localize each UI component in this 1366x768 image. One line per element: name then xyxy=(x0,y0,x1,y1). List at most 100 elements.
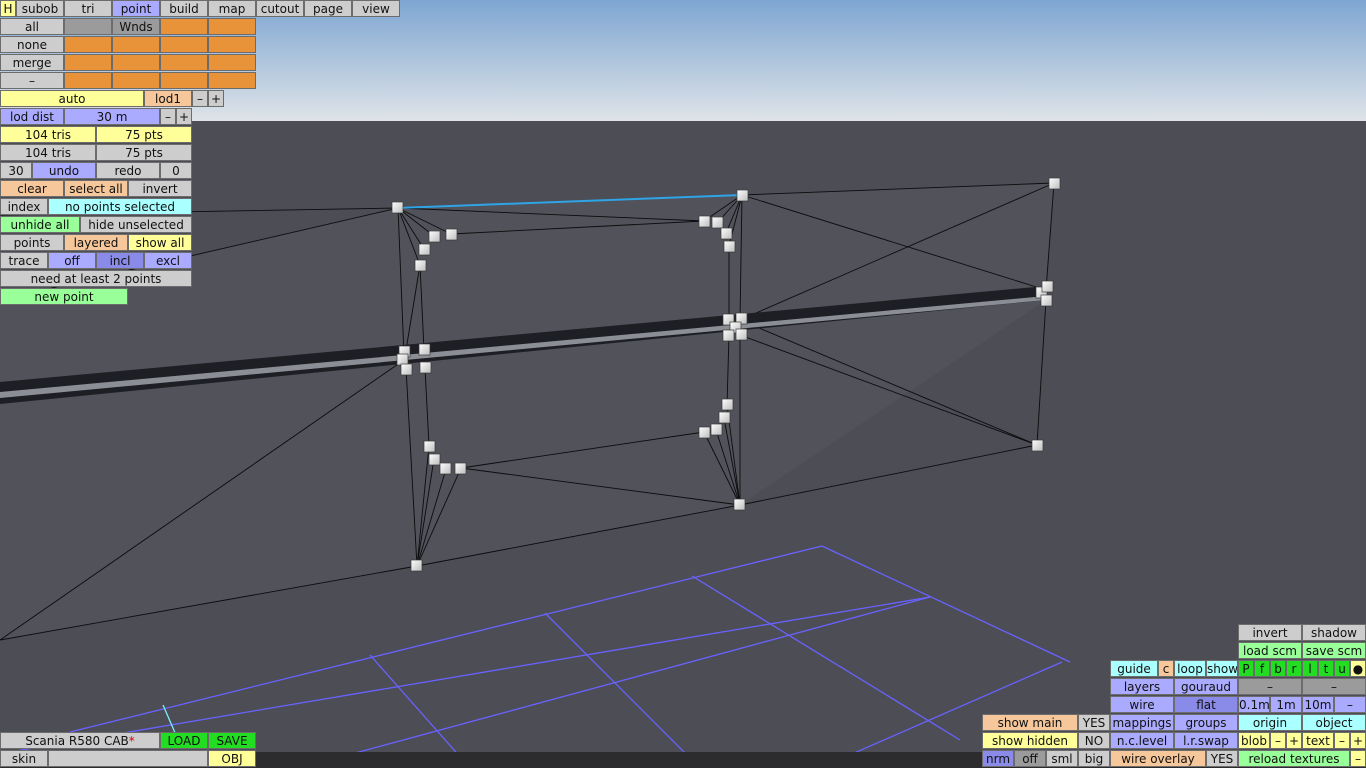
invert-button[interactable]: invert xyxy=(1238,624,1302,641)
show-button[interactable]: show xyxy=(1206,660,1238,677)
lod-increase-button[interactable]: + xyxy=(208,90,224,107)
blob-button[interactable]: blob xyxy=(1238,732,1270,749)
vertex[interactable] xyxy=(396,353,409,366)
lod-dist-decrease-button[interactable]: – xyxy=(160,108,176,125)
undo-button[interactable]: undo xyxy=(32,162,96,179)
selection-slot[interactable] xyxy=(64,36,112,53)
gouraud-button[interactable]: gouraud xyxy=(1174,678,1238,695)
new-point-button[interactable]: new point xyxy=(0,288,128,305)
invert-selection-button[interactable]: invert xyxy=(128,180,192,197)
index-button[interactable]: index xyxy=(0,198,48,215)
redo-button[interactable]: redo xyxy=(96,162,160,179)
object-button[interactable]: object xyxy=(1302,714,1366,731)
menu-build[interactable]: build xyxy=(160,0,208,17)
save-button[interactable]: SAVE xyxy=(208,732,256,749)
vertex[interactable] xyxy=(722,329,735,342)
vertex[interactable] xyxy=(418,343,431,356)
vertex[interactable] xyxy=(698,426,711,439)
grid-minus-button[interactable]: – xyxy=(1334,696,1366,713)
layers-button[interactable]: layers xyxy=(1110,678,1174,695)
vertex[interactable] xyxy=(720,227,733,240)
vertex[interactable] xyxy=(418,243,431,256)
blob-decrease-button[interactable]: – xyxy=(1270,732,1286,749)
show-main-value[interactable]: YES xyxy=(1078,714,1110,731)
skin-field[interactable] xyxy=(48,750,208,767)
vertex[interactable] xyxy=(1031,439,1044,452)
vertex[interactable] xyxy=(428,453,441,466)
model-name[interactable]: Scania R580 CAB* xyxy=(0,732,160,749)
vertex[interactable] xyxy=(710,423,723,436)
menu-page[interactable]: page xyxy=(304,0,352,17)
flag-l-button[interactable]: l xyxy=(1302,660,1318,677)
menu-subob[interactable]: subob xyxy=(16,0,64,17)
3d-viewport[interactable] xyxy=(0,0,1366,768)
show-hidden-button[interactable]: show hidden xyxy=(982,732,1078,749)
trace-incl-button[interactable]: incl xyxy=(96,252,144,269)
vertex[interactable] xyxy=(723,240,736,253)
vertex[interactable] xyxy=(698,215,711,228)
text-decrease-button[interactable]: – xyxy=(1334,732,1350,749)
points-button[interactable]: points xyxy=(0,234,64,251)
vertex[interactable] xyxy=(391,201,404,214)
vertex[interactable] xyxy=(414,259,427,272)
guide-button[interactable]: guide xyxy=(1110,660,1158,677)
menu-map[interactable]: map xyxy=(208,0,256,17)
selection-slot[interactable] xyxy=(208,72,256,89)
normals-big-button[interactable]: big xyxy=(1078,750,1110,767)
vertex[interactable] xyxy=(711,216,724,229)
nc-level-button[interactable]: n.c.level xyxy=(1110,732,1174,749)
vertex[interactable] xyxy=(1040,294,1053,307)
selection-slot[interactable] xyxy=(208,54,256,71)
trace-excl-button[interactable]: excl xyxy=(144,252,192,269)
c-button[interactable]: c xyxy=(1158,660,1174,677)
mappings-button[interactable]: mappings xyxy=(1110,714,1174,731)
vertex[interactable] xyxy=(428,230,441,243)
flag-f-button[interactable]: f xyxy=(1254,660,1270,677)
normals-small-button[interactable]: sml xyxy=(1046,750,1078,767)
wire-button[interactable]: wire xyxy=(1110,696,1174,713)
unhide-all-button[interactable]: unhide all xyxy=(0,216,80,233)
flag-u-button[interactable]: u xyxy=(1334,660,1350,677)
menu-view[interactable]: view xyxy=(352,0,400,17)
menu-h[interactable]: H xyxy=(0,0,16,17)
flag-b-button[interactable]: b xyxy=(1270,660,1286,677)
selection-slot[interactable] xyxy=(112,36,160,53)
selection-slot[interactable] xyxy=(160,54,208,71)
select-all-points-button[interactable]: select all xyxy=(64,180,128,197)
flag-dot-button[interactable]: ● xyxy=(1350,660,1366,677)
menu-tri[interactable]: tri xyxy=(64,0,112,17)
text-button[interactable]: text xyxy=(1302,732,1334,749)
lod-auto-button[interactable]: auto xyxy=(0,90,144,107)
vertex[interactable] xyxy=(736,189,749,202)
normals-off-button[interactable]: off xyxy=(1014,750,1046,767)
selection-slot[interactable] xyxy=(160,36,208,53)
menu-cutout[interactable]: cutout xyxy=(256,0,304,17)
selection-slot[interactable] xyxy=(64,72,112,89)
show-all-button[interactable]: show all xyxy=(128,234,192,251)
vertex[interactable] xyxy=(439,462,452,475)
shading-minus-button-2[interactable]: – xyxy=(1302,678,1366,695)
vertex[interactable] xyxy=(410,559,423,572)
select-all-button[interactable]: all xyxy=(0,18,64,35)
merge-button[interactable]: merge xyxy=(0,54,64,71)
shadow-button[interactable]: shadow xyxy=(1302,624,1366,641)
selection-slot[interactable] xyxy=(160,18,208,35)
grid-10m-button[interactable]: 10m xyxy=(1302,696,1334,713)
selection-slot[interactable] xyxy=(64,18,112,35)
blob-increase-button[interactable]: + xyxy=(1286,732,1302,749)
menu-point[interactable]: point xyxy=(112,0,160,17)
layered-button[interactable]: layered xyxy=(64,234,128,251)
selection-slot[interactable] xyxy=(160,72,208,89)
origin-button[interactable]: origin xyxy=(1238,714,1302,731)
show-main-button[interactable]: show main xyxy=(982,714,1078,731)
lod-dist-increase-button[interactable]: + xyxy=(176,108,192,125)
vertex[interactable] xyxy=(454,462,467,475)
load-button[interactable]: LOAD xyxy=(160,732,208,749)
flag-p-button[interactable]: P xyxy=(1238,660,1254,677)
clear-button[interactable]: clear xyxy=(0,180,64,197)
grid-1m-button[interactable]: 1m xyxy=(1270,696,1302,713)
hide-unselected-button[interactable]: hide unselected xyxy=(80,216,192,233)
vertex[interactable] xyxy=(718,411,731,424)
loop-button[interactable]: loop xyxy=(1174,660,1206,677)
selection-slot[interactable] xyxy=(64,54,112,71)
